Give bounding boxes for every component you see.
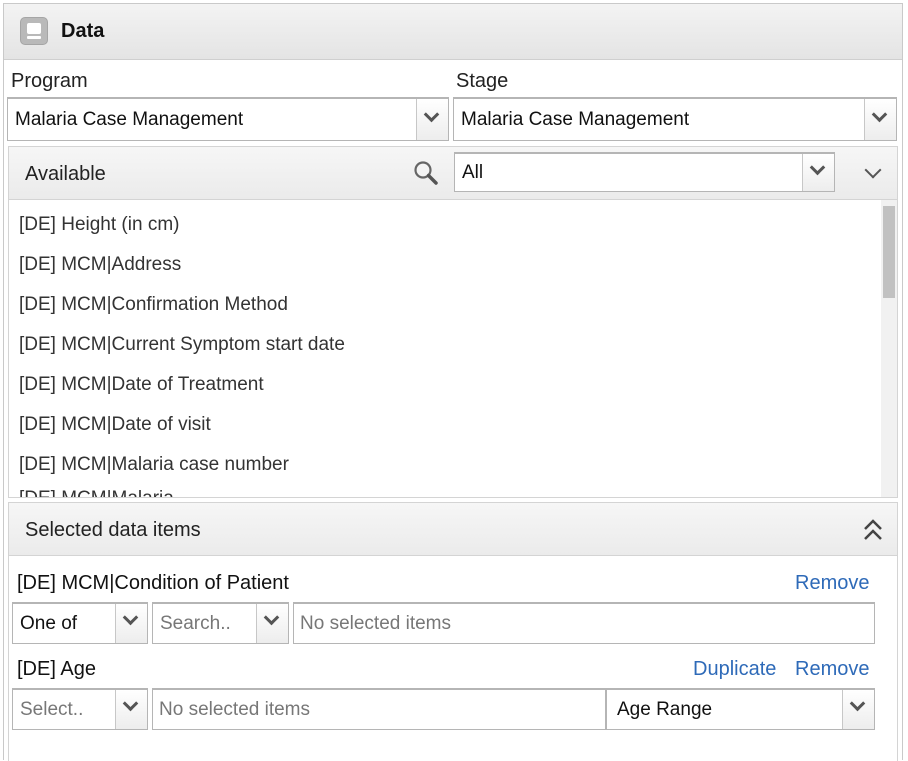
list-item[interactable]: [DE] Height (in cm) [19, 214, 179, 236]
chevron-down-icon [122, 695, 139, 712]
legend-set-value: Age Range [617, 699, 713, 720]
list-item[interactable]: [DE] MCM|Address [19, 254, 181, 276]
options-search-trigger[interactable] [256, 604, 288, 643]
duplicate-button[interactable]: Duplicate [693, 658, 776, 681]
operator-select-placeholder: Select.. [20, 699, 84, 720]
legend-set-select[interactable]: Age Range [606, 688, 875, 730]
available-header: Available All [8, 146, 898, 200]
list-item[interactable]: [DE] MCM|Date of visit [19, 414, 211, 436]
chevron-down-icon [849, 695, 866, 712]
chevron-down-icon [122, 609, 139, 626]
stage-label: Stage [456, 70, 509, 92]
stage-select-trigger[interactable] [864, 99, 896, 140]
operator-select[interactable]: Select.. [12, 688, 148, 730]
chevron-down-icon [809, 159, 826, 176]
monitor-icon [20, 17, 48, 45]
options-search-placeholder: Search.. [160, 613, 231, 634]
remove-button[interactable]: Remove [795, 572, 869, 595]
legend-set-trigger[interactable] [842, 690, 874, 729]
program-label: Program [11, 70, 88, 92]
list-scrollbar[interactable] [881, 200, 897, 497]
selected-items-area: [DE] MCM|Condition of Patient Remove One… [8, 556, 898, 761]
selected-values-text: No selected items [159, 699, 311, 720]
operator-select-value: One of [20, 613, 78, 634]
available-filter-value: All [462, 162, 484, 183]
list-item[interactable]: [DE] MCM|Malaria case number [19, 454, 289, 476]
selected-values-box[interactable]: No selected items [293, 602, 875, 644]
expand-chevron-icon[interactable] [864, 161, 882, 179]
chevron-down-icon [423, 106, 440, 123]
search-icon[interactable] [413, 160, 439, 186]
program-select[interactable]: Malaria Case Management [7, 97, 449, 141]
remove-button[interactable]: Remove [795, 658, 869, 681]
chevron-down-icon [263, 609, 280, 626]
selected-label: Selected data items [25, 519, 201, 541]
available-list[interactable]: [DE] Height (in cm) [DE] MCM|Address [DE… [8, 200, 898, 498]
list-item[interactable]: [DE] MCM|Malaria... [19, 488, 190, 497]
selected-values-text: No selected items [300, 613, 452, 634]
list-item[interactable]: [DE] MCM|Date of Treatment [19, 374, 264, 396]
list-item[interactable]: [DE] MCM|Current Symptom start date [19, 334, 345, 356]
operator-select-trigger[interactable] [115, 690, 147, 729]
operator-select[interactable]: One of [12, 602, 148, 644]
operator-select-trigger[interactable] [115, 604, 147, 643]
list-item[interactable]: [DE] MCM|Confirmation Method [19, 294, 288, 316]
selected-item-title: [DE] Age [17, 658, 96, 680]
selected-values-box[interactable]: No selected items [152, 688, 606, 730]
stage-select[interactable]: Malaria Case Management [453, 97, 897, 141]
selected-item-title: [DE] MCM|Condition of Patient [17, 572, 289, 594]
selected-header: Selected data items [8, 502, 898, 556]
program-select-value: Malaria Case Management [15, 109, 244, 130]
stage-select-value: Malaria Case Management [461, 109, 690, 130]
chevron-down-icon [871, 106, 888, 123]
data-panel: Data Program Stage Malaria Case Manageme… [3, 3, 903, 761]
panel-title: Data [61, 20, 105, 42]
available-filter-trigger[interactable] [802, 154, 834, 191]
options-search-select[interactable]: Search.. [152, 602, 289, 644]
panel-header[interactable]: Data [4, 4, 902, 60]
program-select-trigger[interactable] [416, 99, 448, 140]
scrollbar-thumb[interactable] [883, 206, 895, 298]
available-label: Available [25, 163, 106, 185]
available-filter-select[interactable]: All [454, 152, 835, 192]
double-chevron-up-icon[interactable] [862, 517, 884, 543]
